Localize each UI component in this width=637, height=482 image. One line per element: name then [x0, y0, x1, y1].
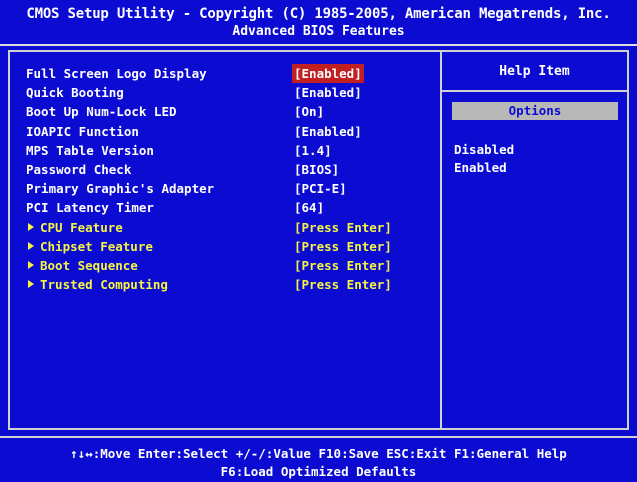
setting-row-cpu-feature[interactable]: CPU Feature [Press Enter]	[10, 218, 440, 237]
settings-panel: Full Screen Logo Display [Enabled] Quick B…	[10, 52, 442, 428]
setting-label-text: Password Check	[26, 162, 132, 177]
setting-value[interactable]: [On]	[294, 102, 324, 121]
setting-label: Chipset Feature	[28, 237, 153, 256]
setting-row-full-screen-logo-display[interactable]: Full Screen Logo Display [Enabled]	[10, 64, 440, 83]
key-help-line: ↑↓↔:Move Enter:Select +/-/:Value F10:Sav…	[70, 446, 567, 461]
setting-row-password-check[interactable]: Password Check [BIOS]	[10, 160, 440, 179]
setting-label: Primary Graphic's Adapter	[26, 179, 214, 198]
options-header: Options	[452, 102, 618, 120]
setting-label: Boot Sequence	[28, 256, 138, 275]
help-divider	[442, 90, 627, 92]
setting-row-trusted-computing[interactable]: Trusted Computing [Press Enter]	[10, 275, 440, 294]
submenu-arrow-icon	[28, 222, 34, 231]
setting-label: PCI Latency Timer	[26, 198, 154, 217]
submenu-arrow-icon	[28, 261, 34, 269]
setting-label: CPU Feature	[28, 218, 123, 237]
page-title: Advanced BIOS Features	[232, 24, 405, 39]
setting-value[interactable]: [Press Enter]	[294, 256, 392, 275]
setting-label: IOAPIC Function	[26, 122, 139, 141]
setting-label-text: Full Screen Logo Display	[26, 66, 207, 81]
setting-value[interactable]: [Press Enter]	[294, 218, 392, 237]
setting-label-text: PCI Latency Timer	[26, 200, 154, 216]
setting-row-pci-latency-timer[interactable]: PCI Latency Timer [64]	[10, 198, 440, 217]
setting-label-text: Primary Graphic's Adapter	[26, 181, 215, 197]
setting-row-ioapic-function[interactable]: IOAPIC Function [Enabled]	[10, 122, 440, 141]
setting-label: Trusted Computing	[28, 275, 168, 294]
setting-row-primary-graphic-s-adapter[interactable]: Primary Graphic's Adapter [PCI-E]	[10, 179, 440, 198]
setting-row-mps-table-version[interactable]: MPS Table Version [1.4]	[10, 141, 440, 160]
setting-value[interactable]: [Press Enter]	[294, 275, 392, 294]
setting-row-boot-sequence[interactable]: Boot Sequence [Press Enter]	[10, 256, 440, 275]
setting-value[interactable]: [Press Enter]	[294, 237, 392, 256]
setting-label-text: Trusted Computing	[40, 277, 168, 293]
submenu-arrow-icon	[28, 280, 34, 289]
setting-value[interactable]: [1.4]	[294, 141, 332, 160]
option-disabled: Disabled	[454, 142, 515, 157]
setting-label-text: MPS Table Version	[26, 142, 154, 158]
setting-value[interactable]: [PCI-E]	[294, 179, 347, 198]
copyright-title: CMOS Setup Utility - Copyright (C) 1985-…	[26, 6, 611, 22]
setting-row-chipset-feature[interactable]: Chipset Feature [Press Enter]	[10, 237, 440, 256]
main-panel: Full Screen Logo Display [Enabled] Quick B…	[8, 50, 629, 430]
option-enabled: Enabled	[454, 160, 507, 175]
setting-value[interactable]: [64]	[294, 198, 324, 217]
title-bar: CMOS Setup Utility - Copyright (C) 1985-…	[0, 0, 637, 46]
setting-value[interactable]: [Enabled]	[294, 83, 362, 102]
footer-help-bar: ↑↓↔:Move Enter:Select +/-/:Value F10:Sav…	[0, 436, 637, 482]
setting-value[interactable]: [BIOS]	[294, 160, 339, 179]
setting-row-boot-up-num-lock-led[interactable]: Boot Up Num-Lock LED [On]	[10, 102, 440, 121]
setting-label: Quick Booting	[26, 83, 124, 102]
setting-label: Password Check	[26, 160, 131, 179]
setting-label-text: Boot Up Num-Lock LED	[26, 104, 177, 120]
setting-label-text: Boot Sequence	[40, 258, 138, 273]
setting-value-selected[interactable]: [Enabled]	[292, 64, 364, 83]
setting-label: Full Screen Logo Display	[26, 64, 207, 83]
help-item-title: Help Item	[499, 64, 570, 79]
setting-label-text: CPU Feature	[40, 219, 123, 235]
help-panel: Help Item Options Disabled Enabled	[442, 52, 627, 428]
setting-label: Boot Up Num-Lock LED	[26, 102, 177, 121]
setting-value[interactable]: [Enabled]	[294, 122, 362, 141]
setting-row-quick-booting[interactable]: Quick Booting [Enabled]	[10, 83, 440, 102]
setting-label-text: IOAPIC Function	[26, 123, 139, 139]
bios-screen: CMOS Setup Utility - Copyright (C) 1985-…	[0, 0, 637, 482]
setting-label: MPS Table Version	[26, 141, 154, 160]
submenu-arrow-icon	[28, 241, 34, 250]
key-help-line-2: F6:Load Optimized Defaults	[220, 464, 417, 479]
setting-label-text: Quick Booting	[26, 85, 124, 101]
setting-label-text: Chipset Feature	[40, 238, 153, 254]
